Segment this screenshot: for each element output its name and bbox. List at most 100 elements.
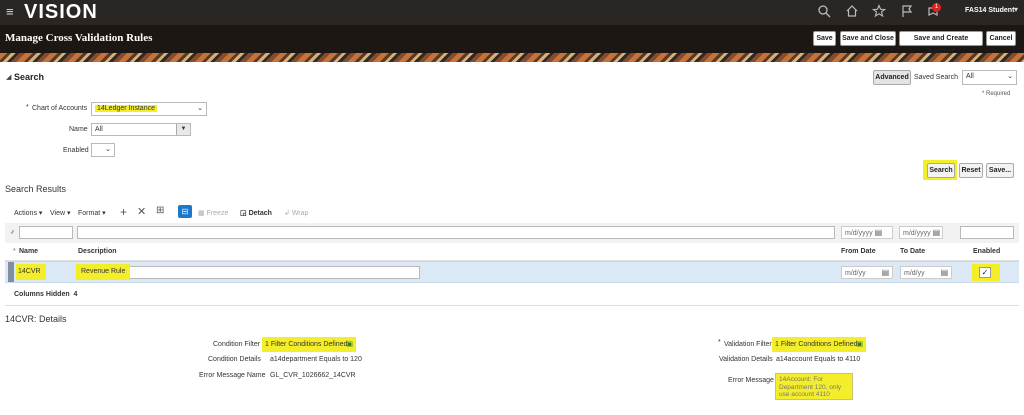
calendar-icon[interactable]: ▤ [941, 268, 949, 277]
name-select[interactable]: All ▼ [91, 123, 191, 136]
search-results-title: Search Results [5, 184, 67, 194]
divider [5, 305, 1019, 306]
column-header-name[interactable]: Name [19, 248, 38, 255]
decorative-banner-pattern [0, 53, 1024, 62]
row-enabled-checkbox[interactable]: ✓ [979, 267, 991, 278]
required-asterisk: * [26, 104, 29, 111]
row-to-date-input[interactable]: m/d/yy ▤ [900, 266, 952, 279]
required-note: * Required [982, 91, 1011, 97]
condition-details-value: a14department Equals to 120 [270, 356, 362, 363]
error-message-name-value: GL_CVR_1026662_14CVR [270, 372, 356, 379]
chart-of-accounts-label: Chart of Accounts [32, 105, 88, 112]
validation-filter-link[interactable]: 1 Filter Conditions Defined ▣ [772, 337, 866, 352]
columns-hidden-indicator: Columns Hidden 4 [14, 291, 77, 298]
error-message-label: Error Message [728, 377, 774, 384]
save-search-button[interactable]: Save... [986, 163, 1014, 178]
to-date-filter-input[interactable]: m/d/yyyy ▤ [899, 226, 943, 239]
condition-filter-link[interactable]: 1 Filter Conditions Defined ▣ [262, 337, 356, 352]
detach-button[interactable]: ◲ Detach [240, 209, 272, 217]
wrap-button[interactable]: ↲ Wrap [284, 209, 308, 217]
enabled-label: Enabled [63, 147, 89, 154]
description-filter-input[interactable] [77, 226, 835, 239]
columns-hidden-count: 4 [73, 291, 78, 298]
save-and-create-another-button[interactable]: Save and Create Another [899, 31, 983, 55]
filter-edit-icon[interactable]: ▣ [346, 337, 353, 352]
row-to-date-value: m/d/yy [904, 270, 925, 277]
search-button[interactable]: Search [927, 163, 955, 178]
collapse-triangle-icon[interactable]: ◢ [6, 73, 11, 81]
required-asterisk: * [13, 248, 16, 255]
name-filter-input[interactable] [19, 226, 73, 239]
columns-hidden-label: Columns Hidden [14, 291, 70, 298]
cancel-button[interactable]: Cancel [986, 31, 1016, 46]
chart-of-accounts-value: 14Ledger Instance [95, 105, 157, 112]
saved-search-select[interactable]: All ⌄ [962, 70, 1017, 85]
search-section-title: Search [14, 72, 45, 82]
chevron-down-icon: ⌄ [197, 105, 203, 112]
advanced-search-button[interactable]: Advanced [873, 70, 911, 85]
user-menu[interactable]: FAS14 Student [965, 7, 1014, 14]
validation-details-label: Validation Details [719, 356, 773, 363]
add-row-icon[interactable]: + [120, 205, 127, 219]
validation-filter-value: 1 Filter Conditions Defined [775, 341, 858, 348]
calendar-icon[interactable]: ▤ [933, 228, 941, 237]
actions-menu[interactable]: Actions ▾ [14, 209, 42, 217]
details-section-title: 14CVR: Details [5, 314, 67, 324]
enabled-select[interactable]: ⌄ [91, 143, 115, 157]
from-date-filter-input[interactable]: m/d/yyyy ▤ [841, 226, 893, 239]
column-header-to-date[interactable]: To Date [900, 248, 925, 255]
name-value: All [95, 126, 103, 133]
column-header-enabled[interactable]: Enabled [973, 248, 1000, 255]
delete-row-icon[interactable]: ✕ [137, 205, 146, 218]
hamburger-menu-icon[interactable]: ≡ [6, 5, 14, 18]
saved-search-label: Saved Search [914, 74, 958, 81]
filter-edit-icon[interactable]: ▣ [856, 337, 863, 352]
watchlist-flag-icon[interactable] [900, 4, 914, 18]
search-icon[interactable] [817, 4, 831, 18]
home-icon[interactable] [845, 4, 859, 18]
row-from-date-input[interactable]: m/d/yy ▤ [841, 266, 893, 279]
view-label: View [50, 210, 66, 217]
enabled-filter-input[interactable] [960, 226, 1014, 239]
error-message-name-label: Error Message Name [199, 372, 266, 379]
global-header [0, 0, 1024, 25]
chart-of-accounts-select[interactable]: 14Ledger Instance ⌄ [91, 102, 207, 116]
format-label: Format [78, 210, 101, 217]
name-label: Name [69, 126, 88, 133]
view-menu[interactable]: View ▾ [50, 209, 71, 217]
row-description-value: Revenue Rule [76, 264, 130, 280]
chevron-down-icon: ⌄ [105, 146, 111, 153]
filter-icon: ⸙ [10, 229, 16, 236]
chevron-down-icon[interactable]: ▾ [1014, 5, 1018, 14]
save-button[interactable]: Save [813, 31, 836, 46]
page-title: Manage Cross Validation Rules [5, 32, 153, 44]
column-header-description[interactable]: Description [78, 248, 117, 255]
validation-filter-label: Validation Filter [724, 341, 772, 348]
wrap-label: Wrap [291, 210, 309, 217]
validation-details-value: a14account Equals to 4110 [776, 356, 861, 363]
chevron-down-icon: ▼ [176, 124, 190, 135]
filter-toggle-icon[interactable]: ⊟ [178, 205, 192, 218]
row-selection-marker [8, 262, 14, 282]
reset-button[interactable]: Reset [959, 163, 983, 178]
query-by-example-icon[interactable]: ⊞ [156, 205, 164, 216]
freeze-label: Freeze [206, 210, 229, 217]
saved-search-value: All [966, 73, 974, 80]
save-and-close-button[interactable]: Save and Close [840, 31, 896, 46]
row-from-date-value: m/d/yy [845, 270, 866, 277]
chevron-down-icon: ⌄ [1007, 73, 1013, 80]
calendar-icon[interactable]: ▤ [875, 228, 883, 237]
calendar-icon[interactable]: ▤ [882, 268, 890, 277]
freeze-button[interactable]: ▦ Freeze [198, 209, 228, 217]
condition-details-label: Condition Details [208, 356, 261, 363]
favorites-star-icon[interactable] [872, 4, 886, 18]
column-header-from-date[interactable]: From Date [841, 248, 876, 255]
error-message-textarea[interactable]: 14Account: For Department 120, only use … [775, 373, 853, 400]
brand-logo: VISION [24, 1, 98, 23]
condition-filter-label: Condition Filter [213, 341, 261, 348]
row-name-cell[interactable]: 14CVR [16, 264, 46, 280]
to-date-filter-placeholder: m/d/yyyy [903, 230, 931, 237]
format-menu[interactable]: Format ▾ [78, 209, 106, 217]
condition-filter-value: 1 Filter Conditions Defined [265, 341, 348, 348]
from-date-filter-placeholder: m/d/yyyy [845, 230, 873, 237]
